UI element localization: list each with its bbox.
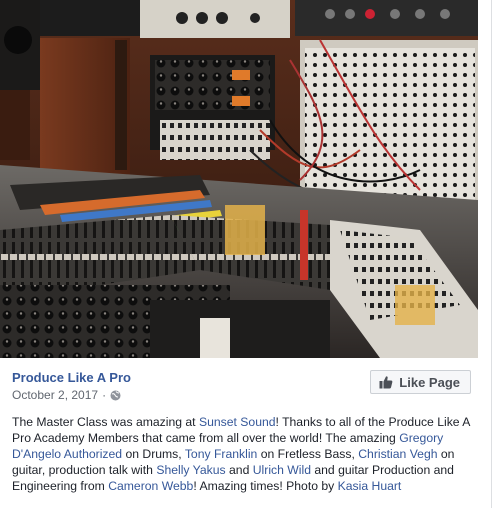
post-text-segment: The Master Class was amazing at <box>12 415 199 429</box>
post-meta: October 2, 2017 · <box>12 388 121 402</box>
post-text-segment: ! Amazing times! Photo by <box>193 479 338 493</box>
post-header: Produce Like A Pro October 2, 2017 · Lik… <box>12 366 473 406</box>
facebook-post-card: Produce Like A Pro October 2, 2017 · Lik… <box>0 0 492 508</box>
mention-link[interactable]: Sunset Sound <box>199 415 276 429</box>
thumbs-up-icon <box>379 375 393 389</box>
mention-link[interactable]: Cameron Webb <box>108 479 193 493</box>
post-text: The Master Class was amazing at Sunset S… <box>12 414 470 494</box>
mention-link[interactable]: Shelly Yakus <box>156 463 225 477</box>
post-date[interactable]: October 2, 2017 <box>12 388 98 402</box>
like-page-label: Like Page <box>399 374 460 390</box>
globe-icon[interactable] <box>110 390 121 401</box>
mention-link[interactable]: Kasia Huart <box>338 479 402 493</box>
post-photo[interactable] <box>0 0 478 358</box>
mention-link[interactable]: Tony Franklin <box>185 447 257 461</box>
mention-link[interactable]: Ulrich Wild <box>253 463 311 477</box>
post-text-segment: on Drums, <box>122 447 185 461</box>
like-page-button[interactable]: Like Page <box>370 370 471 394</box>
page-name-link[interactable]: Produce Like A Pro <box>12 370 131 385</box>
post-text-segment: and <box>225 463 253 477</box>
mention-link[interactable]: Christian Vegh <box>358 447 437 461</box>
meta-separator: · <box>102 388 107 402</box>
post-text-segment: on Fretless Bass, <box>257 447 359 461</box>
studio-console-image <box>0 0 478 358</box>
